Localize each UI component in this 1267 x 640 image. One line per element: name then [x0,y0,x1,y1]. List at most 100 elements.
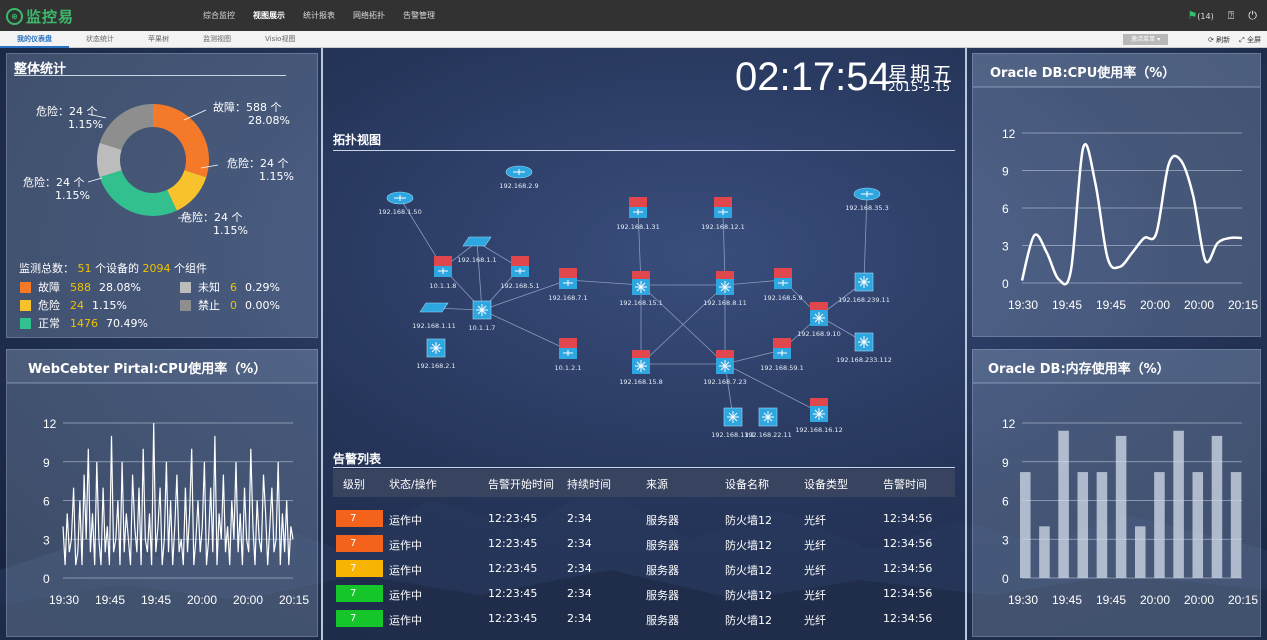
topology-node-label: 192.168.22.11 [744,431,792,439]
x-tick-label: 19:45 [1052,593,1082,607]
topology-node[interactable]: 192.168.15.1 [619,271,663,307]
donut-slice-正常[interactable] [99,170,177,216]
alarm-cell-status: 运作中 [389,514,422,527]
sub-tab[interactable]: 苹果树 [131,31,186,48]
oracle-mem-title: Oracle DB:内存使用率（%） [988,362,1170,377]
y-tick-label: 9 [1002,456,1009,470]
topology-node-label: 192.168.1.1 [457,256,496,264]
alarm-cell-source: 服务器 [646,614,679,627]
nav-item[interactable]: 告警管理 [394,0,444,31]
legend-name: 未知 [198,281,220,294]
topology-node[interactable]: 192.168.239.11 [838,272,890,304]
nav-item[interactable]: 综合监控 [194,0,244,31]
bar [1173,430,1184,578]
topology-node[interactable]: 192.168.1.50 [378,191,422,216]
fullscreen-button[interactable]: ⤢ 全屏 [1239,35,1261,45]
alarm-column-header[interactable]: 告警时间 [883,476,927,492]
topology-node[interactable]: 192.168.233.112 [836,332,892,364]
topology-node-label: 192.168.15.1 [619,299,662,307]
donut-slice-禁止[interactable] [99,104,153,150]
topology-node[interactable]: 192.168.7.23 [703,350,747,386]
topology-node[interactable]: 192.168.15.8 [619,350,663,386]
top-right-tools: ⚑(14) ⍰ ⏻ [1187,0,1257,31]
alarm-column-header[interactable]: 状态/操作 [389,476,437,492]
alarm-row[interactable]: 7 运作中 12:23:45 2:34 服务器 防火墙12 光纤 12:34:56 [333,508,955,530]
topology-node[interactable]: 192.168.1.31 [616,197,660,231]
help-icon[interactable]: ⍰ [1228,9,1235,23]
sub-tab[interactable]: 监测视图 [186,31,248,48]
topology-node[interactable]: 192.168.9.10 [797,302,841,338]
topology-node[interactable]: 192.168.1.11 [412,302,456,330]
legend-pct: 28.08% [99,280,141,294]
donut-label-danger-top: 危险：24 个 1.15% [36,105,103,131]
refresh-button[interactable]: ⟳ 刷新 [1208,35,1230,45]
topology-node[interactable]: 10.1.2.1 [555,338,582,372]
core-top [632,350,650,358]
alarm-row[interactable]: 7 运作中 12:23:45 2:34 服务器 防火墙12 光纤 12:34:56 [333,533,955,555]
alarm-cell-start: 12:23:45 [488,587,538,600]
topology-node[interactable]: 192.168.8.11 [703,271,747,307]
sub-tab[interactable]: Visio视图 [248,31,312,48]
alarm-row[interactable]: 7 运作中 12:23:45 2:34 服务器 防火墙12 光纤 12:34:56 [333,583,955,605]
alarm-cell-status: 运作中 [389,589,422,602]
topology-node-label: 10.1.1.7 [469,324,496,332]
alarm-cell-start: 12:23:45 [488,537,538,550]
overview-title-underline [14,75,286,76]
alarm-table-header: 级别 状态/操作 告警开始时间 持续时间 来源 设备名称 设备类型 告警时间 [333,469,955,497]
alarm-row[interactable]: 7 运作中 12:23:45 2:34 服务器 防火墙12 光纤 12:34:56 [333,608,955,630]
bar [1192,472,1204,578]
alarm-cell-type: 光纤 [804,539,826,552]
network-topology-map[interactable]: 192.168.1.50 192.168.2.9 192.168.35.3 192.1… [333,152,955,452]
topology-node-label: 192.168.2.9 [499,182,538,190]
y-tick-label: 6 [1002,495,1009,509]
alarm-column-header[interactable]: 级别 [343,476,365,492]
alerts-indicator[interactable]: ⚑(14) [1187,9,1213,22]
alarm-cell-time: 12:34:56 [883,537,933,550]
series-line [1020,143,1243,286]
activate-menu-dropdown[interactable]: 激活菜单 ▾ [1123,34,1169,45]
core-top [716,350,734,358]
y-tick-label: 12 [43,417,57,431]
nav-item[interactable]: 网络拓扑 [344,0,394,31]
topology-node-label: 192.168.16.12 [795,426,843,434]
legend-item: 正常 1476 70.49% [20,315,148,331]
alarm-column-header[interactable]: 告警开始时间 [488,476,554,492]
y-tick-label: 12 [1002,417,1016,431]
fullscreen-label: 全屏 [1247,35,1261,44]
alarm-column-header[interactable]: 来源 [646,476,668,492]
power-icon[interactable]: ⏻ [1248,9,1257,23]
donut-slice-故障[interactable] [153,104,209,178]
topology-node[interactable]: 192.168.59.1 [760,338,804,372]
topology-node-label: 192.168.12.1 [701,223,744,231]
alarm-column-header[interactable]: 设备名称 [725,476,769,492]
alarm-row[interactable]: 7 运作中 12:23:45 2:34 服务器 防火墙12 光纤 12:34:56 [333,558,955,580]
donut-label-text: 故障：588 个 [213,101,282,114]
topology-node[interactable]: 192.168.12.1 [701,197,745,231]
web-cpu-title: WebCebter Pirtal:CPU使用率（%） [28,362,267,377]
x-tick-label: 20:15 [1228,593,1258,607]
topology-node-label: 192.168.5.1 [500,282,539,290]
legend-swatch [180,299,191,311]
app-logo[interactable]: ⊕ 监控易 [6,6,74,26]
nav-item[interactable]: 统计报表 [294,0,344,31]
alarm-title-underline [333,467,955,468]
topology-node[interactable]: 192.168.5.1 [500,256,540,290]
topology-node[interactable]: 192.168.5.9 [763,268,803,302]
bar [1039,526,1050,578]
topology-node[interactable]: 192.168.22.11 [744,407,792,439]
topology-node[interactable]: 10.1.1.7 [469,300,496,332]
sub-tab[interactable]: 我的仪表盘 [0,31,69,48]
x-tick-label: 19:30 [1008,298,1038,312]
sub-tab[interactable]: 状态统计 [69,31,131,48]
legend-item: 故障 588 28.08% [20,279,141,295]
alarm-cell-source: 服务器 [646,564,679,577]
topology-node[interactable]: 192.168.35.3 [845,187,889,212]
donut-label-danger-left: 危险：24 个 1.15% [23,176,90,202]
firewall-top [434,256,452,266]
nav-item[interactable]: 视图展示 [244,0,294,31]
alarm-column-header[interactable]: 持续时间 [567,476,611,492]
topology-node[interactable]: 192.168.2.1 [416,338,456,370]
topology-node-label: 192.168.35.3 [845,204,888,212]
topology-node[interactable]: 192.168.2.9 [499,165,539,190]
alarm-column-header[interactable]: 设备类型 [804,476,848,492]
